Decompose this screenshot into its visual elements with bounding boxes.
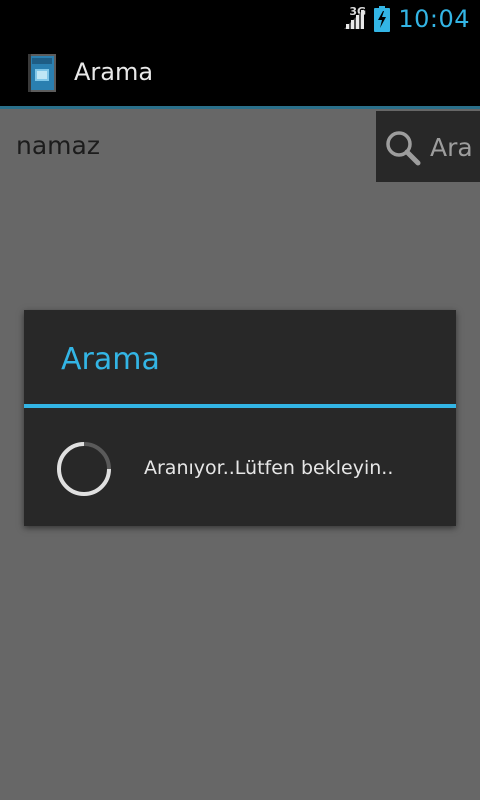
app-book-icon[interactable] (26, 53, 58, 93)
status-icons: 10:04 (342, 0, 470, 38)
dialog-title: Arama (61, 342, 160, 377)
status-bar: 3G 10:04 (0, 0, 480, 38)
progress-spinner-icon (57, 442, 111, 496)
progress-dialog: Arama Aranıyor..Lütfen bekleyin.. (24, 310, 456, 526)
signal-icon (344, 9, 365, 29)
search-icon (386, 131, 421, 166)
dialog-message: Aranıyor..Lütfen bekleyin.. (144, 457, 394, 479)
battery-charging-icon (374, 6, 391, 32)
screen: 3G 10:04 Arama namaz Ara Arama Aranıyor.… (0, 0, 480, 800)
search-input[interactable]: namaz (16, 131, 100, 160)
page-title: Arama (74, 58, 154, 86)
search-button[interactable]: Ara (376, 111, 480, 182)
clock: 10:04 (398, 5, 470, 33)
action-bar: Arama (0, 38, 480, 106)
dialog-divider (24, 404, 456, 408)
search-button-label: Ara (430, 133, 473, 162)
